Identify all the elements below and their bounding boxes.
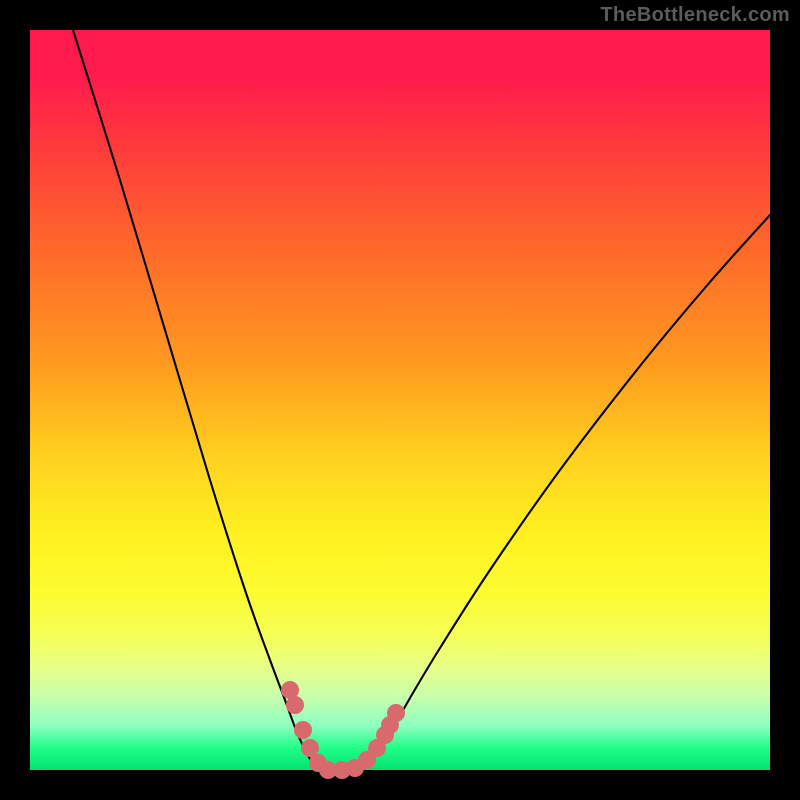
chart-svg: [30, 30, 770, 770]
outer-frame: TheBottleneck.com: [0, 0, 800, 800]
marker-dot: [387, 704, 405, 722]
curve-left-branch: [73, 30, 330, 770]
bottom-marker-group: [281, 681, 405, 779]
marker-dot: [286, 696, 304, 714]
curve-right-branch: [330, 215, 770, 770]
chart-plot-area: [30, 30, 770, 770]
marker-dot: [294, 721, 312, 739]
watermark-text: TheBottleneck.com: [600, 4, 790, 27]
